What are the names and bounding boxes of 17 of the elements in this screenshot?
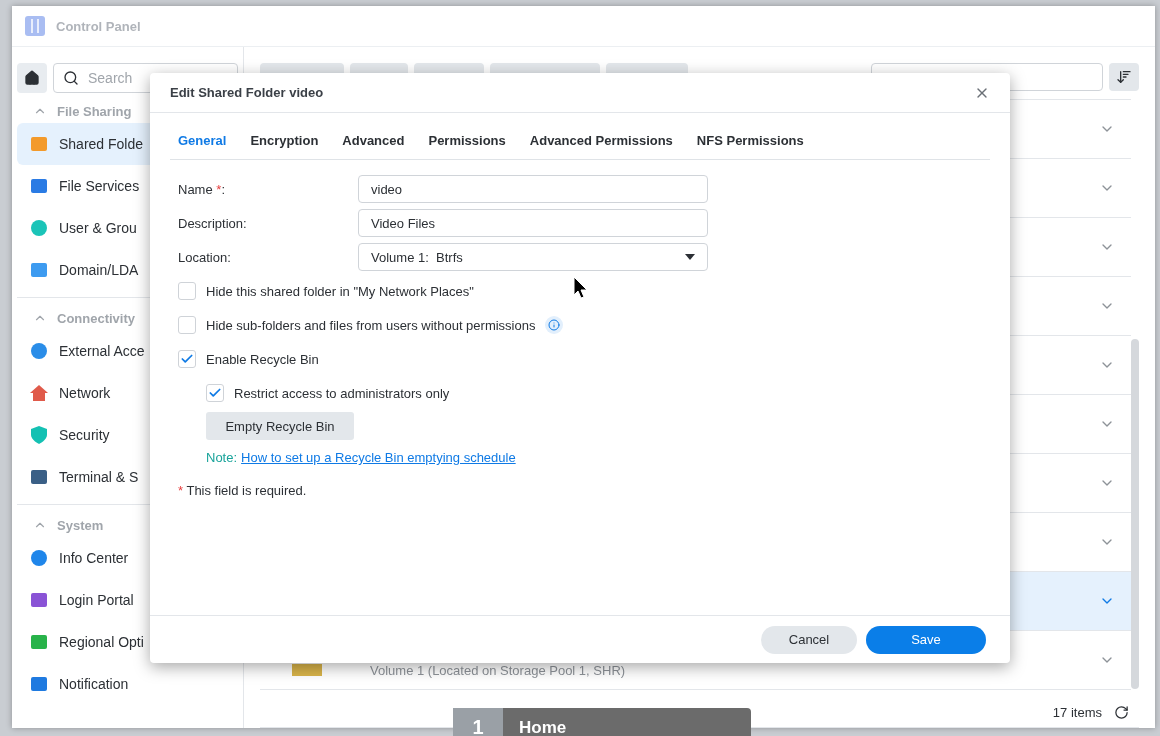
window-title: Control Panel: [56, 18, 141, 34]
checkbox-label: Restrict access to administrators only: [234, 385, 450, 401]
checkbox-label: Hide sub-folders and files from users without permissions: [206, 317, 536, 333]
dock-label: Home: [518, 717, 567, 736]
required-note: * This field is required.: [178, 483, 308, 498]
section-title: Connectivity: [57, 310, 135, 326]
section-title: File Sharing: [57, 103, 132, 119]
checkbox-label: Hide this shared folder in "My Network Places": [206, 283, 474, 299]
section-title: System: [57, 517, 104, 533]
checkbox-label: Enable Recycle Bin: [206, 351, 319, 367]
field-label: Name *:: [178, 181, 226, 197]
field-label: Description:: [178, 215, 248, 231]
note-label: Note:: [206, 450, 238, 465]
dock-number: 1: [453, 708, 503, 736]
row-description: Volume 1 (Located on Storage Pool 1, SHR): [369, 661, 627, 678]
field-label: Location:: [178, 249, 232, 265]
item-count: 17 items: [1052, 704, 1102, 720]
